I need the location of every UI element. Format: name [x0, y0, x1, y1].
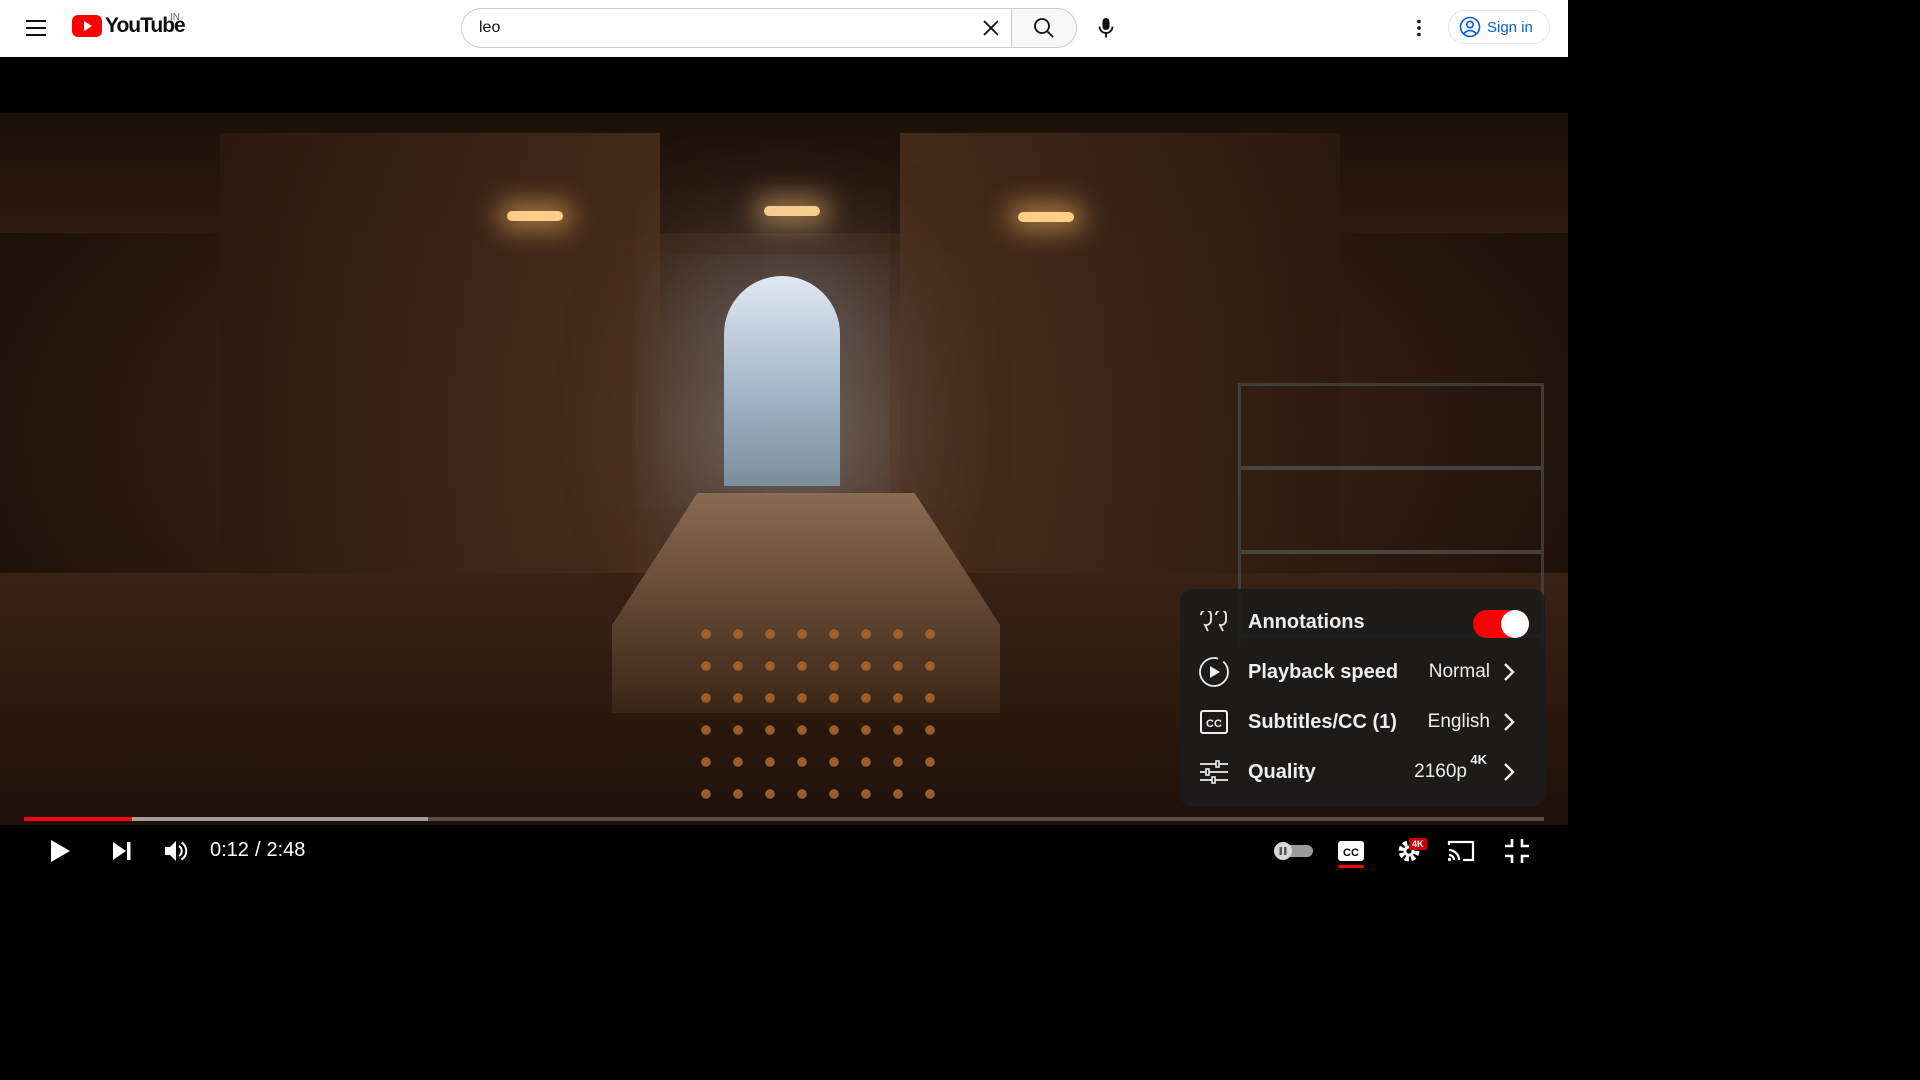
quality-badge: 4K [1409, 838, 1427, 850]
autoplay-toggle-icon [1274, 842, 1313, 860]
playback-speed-icon [1196, 654, 1232, 690]
annotations-icon [1196, 604, 1232, 640]
voice-search-button[interactable] [1086, 8, 1126, 48]
quality-sliders-icon [1196, 754, 1232, 790]
quality-menu-item[interactable]: Quality 2160p 4K [1180, 747, 1545, 797]
quality-4k-superscript: 4K [1470, 752, 1487, 767]
mute-button[interactable] [156, 830, 196, 872]
scene-wall-left [220, 133, 660, 583]
progress-bar[interactable] [24, 817, 1544, 821]
masthead: YouTube IN leo Sign in [0, 0, 1568, 57]
chevron-right-icon [1504, 763, 1515, 781]
sign-in-label: Sign in [1487, 18, 1533, 36]
play-icon [51, 840, 70, 862]
chevron-right-icon [1504, 663, 1515, 681]
clear-search-button[interactable] [971, 9, 1011, 47]
next-button[interactable] [102, 830, 142, 872]
settings-menu: Annotations Playback speed Normal CC Sub… [1180, 589, 1545, 806]
close-icon [983, 20, 999, 36]
subtitles-active-indicator [1338, 865, 1364, 868]
youtube-logo[interactable]: YouTube IN [72, 12, 186, 38]
arched-window [724, 276, 840, 486]
ceiling-light [507, 211, 563, 221]
exit-fullscreen-button[interactable] [1496, 830, 1538, 872]
cocoa-pods [690, 618, 950, 818]
svg-text:CC: CC [1206, 718, 1222, 730]
skip-next-icon [113, 842, 131, 860]
current-time: 0:12 [210, 839, 249, 861]
volume-icon [165, 841, 188, 861]
play-button[interactable] [40, 830, 80, 872]
quality-value: 2160p [1414, 761, 1467, 782]
search-icon [1034, 18, 1054, 38]
time-separator: / [254, 839, 261, 861]
time-display: 0:12 / 2:48 [210, 839, 305, 862]
subtitles-icon: CC [1196, 704, 1232, 740]
playback-speed-value: Normal [1428, 661, 1490, 682]
subtitles-label: Subtitles/CC (1) [1248, 710, 1397, 733]
settings-more-button[interactable] [1399, 8, 1439, 48]
annotations-toggle[interactable] [1473, 610, 1529, 638]
search-bar [461, 8, 1077, 48]
toggle-knob [1501, 610, 1529, 638]
cast-icon [1447, 840, 1475, 862]
search-input[interactable] [462, 9, 972, 47]
chevron-right-icon [1504, 713, 1515, 731]
search-box [461, 8, 1012, 48]
annotations-label: Annotations [1248, 610, 1365, 633]
subtitles-value: English [1427, 711, 1490, 732]
microphone-icon [1098, 18, 1114, 38]
autoplay-toggle[interactable] [1268, 830, 1318, 872]
annotations-menu-item[interactable]: Annotations [1180, 597, 1545, 647]
closed-captions-icon: CC [1338, 841, 1364, 861]
playback-speed-menu-item[interactable]: Playback speed Normal [1180, 647, 1545, 697]
sign-in-button[interactable]: Sign in [1448, 10, 1550, 44]
exit-fullscreen-icon [1505, 839, 1529, 863]
account-circle-icon [1459, 16, 1481, 38]
youtube-play-logo-icon [72, 15, 102, 37]
quality-label: Quality [1248, 760, 1316, 783]
ceiling-light [1018, 212, 1074, 222]
playback-speed-label: Playback speed [1248, 660, 1399, 683]
duration: 2:48 [266, 839, 306, 861]
country-code: IN [170, 12, 180, 23]
cast-button[interactable] [1440, 830, 1482, 872]
video-player[interactable]: Annotations Playback speed Normal CC Sub… [0, 57, 1568, 878]
search-button[interactable] [1011, 8, 1077, 48]
more-vertical-icon [1417, 19, 1421, 37]
subtitles-menu-item[interactable]: CC Subtitles/CC (1) English [1180, 697, 1545, 747]
settings-button[interactable] [1388, 830, 1430, 872]
svg-text:CC: CC [1343, 847, 1359, 859]
progress-played [24, 817, 132, 821]
ceiling-light [764, 206, 820, 216]
guide-menu-button[interactable] [16, 8, 56, 48]
hamburger-icon [26, 20, 46, 36]
